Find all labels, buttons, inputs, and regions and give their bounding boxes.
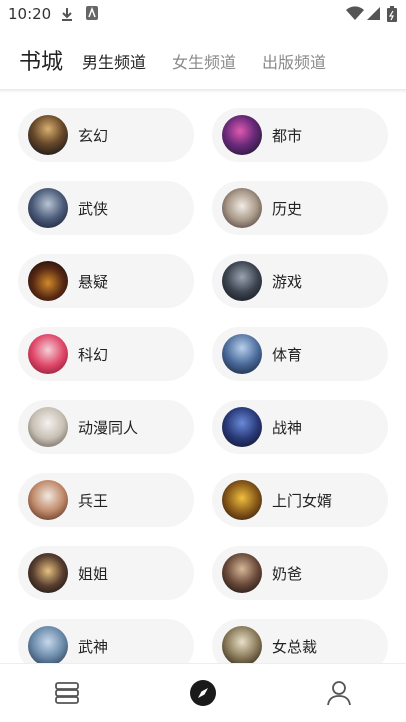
profile-icon[interactable] — [324, 678, 354, 708]
book-cover-thumbnail — [222, 626, 262, 663]
tab-publish-channel[interactable]: 出版频道 — [262, 49, 326, 73]
book-cover-thumbnail — [28, 188, 68, 228]
book-cover-thumbnail — [222, 115, 262, 155]
category-label: 姐姐 — [78, 564, 109, 583]
download-icon — [62, 8, 72, 21]
app-notification-icon — [86, 6, 98, 20]
category-card[interactable]: 历史 — [212, 181, 388, 235]
bookshelf-icon[interactable] — [52, 678, 82, 708]
category-label: 战神 — [272, 418, 303, 437]
category-card[interactable]: 上门女婿 — [212, 473, 388, 527]
book-cover-thumbnail — [222, 334, 262, 374]
category-label: 武侠 — [78, 199, 109, 218]
book-cover-thumbnail — [222, 480, 262, 520]
category-card[interactable]: 玄幻 — [18, 108, 194, 162]
category-card[interactable]: 武神 — [18, 619, 194, 663]
book-cover-thumbnail — [28, 261, 68, 301]
header: 书城 男生频道 女生频道 出版频道 — [0, 28, 406, 90]
category-label: 游戏 — [272, 272, 303, 291]
battery-icon — [387, 6, 397, 22]
category-grid: 玄幻 都市 武侠 历史 悬疑 游戏 科幻 体育 动漫同人 战神 兵王 上门女婿 … — [0, 93, 406, 663]
category-label: 历史 — [272, 199, 303, 218]
book-cover-thumbnail — [28, 334, 68, 374]
tab-female-channel[interactable]: 女生频道 — [172, 49, 236, 73]
status-bar: 10:20 — [0, 0, 406, 28]
book-cover-thumbnail — [222, 188, 262, 228]
category-card[interactable]: 兵王 — [18, 473, 194, 527]
category-label: 武神 — [78, 637, 109, 656]
category-label: 悬疑 — [78, 272, 109, 291]
category-label: 兵王 — [78, 491, 109, 510]
category-label: 体育 — [272, 345, 303, 364]
signal-icon — [367, 7, 380, 20]
category-card[interactable]: 战神 — [212, 400, 388, 454]
category-label: 上门女婿 — [272, 491, 333, 510]
book-cover-thumbnail — [28, 553, 68, 593]
book-cover-thumbnail — [222, 407, 262, 447]
category-card[interactable]: 动漫同人 — [18, 400, 194, 454]
book-cover-thumbnail — [28, 407, 68, 447]
page-title: 书城 — [19, 50, 64, 75]
category-card[interactable]: 奶爸 — [212, 546, 388, 600]
category-card[interactable]: 女总裁 — [212, 619, 388, 663]
book-cover-thumbnail — [28, 480, 68, 520]
category-label: 玄幻 — [78, 126, 109, 145]
category-card[interactable]: 体育 — [212, 327, 388, 381]
category-card[interactable]: 游戏 — [212, 254, 388, 308]
book-cover-thumbnail — [222, 261, 262, 301]
book-cover-thumbnail — [28, 626, 68, 663]
category-label: 奶爸 — [272, 564, 303, 583]
category-label: 科幻 — [78, 345, 109, 364]
category-card[interactable]: 都市 — [212, 108, 388, 162]
book-cover-thumbnail — [28, 115, 68, 155]
category-card[interactable]: 科幻 — [18, 327, 194, 381]
category-label: 都市 — [272, 126, 303, 145]
category-label: 动漫同人 — [78, 418, 139, 437]
bottom-navigation — [0, 663, 406, 722]
status-time: 10:20 — [8, 5, 52, 23]
discover-compass-icon[interactable] — [188, 678, 218, 708]
tab-male-channel[interactable]: 男生频道 — [82, 49, 146, 73]
wifi-icon — [346, 6, 364, 21]
category-card[interactable]: 姐姐 — [18, 546, 194, 600]
category-label: 女总裁 — [272, 637, 318, 656]
book-cover-thumbnail — [222, 553, 262, 593]
category-card[interactable]: 悬疑 — [18, 254, 194, 308]
category-card[interactable]: 武侠 — [18, 181, 194, 235]
